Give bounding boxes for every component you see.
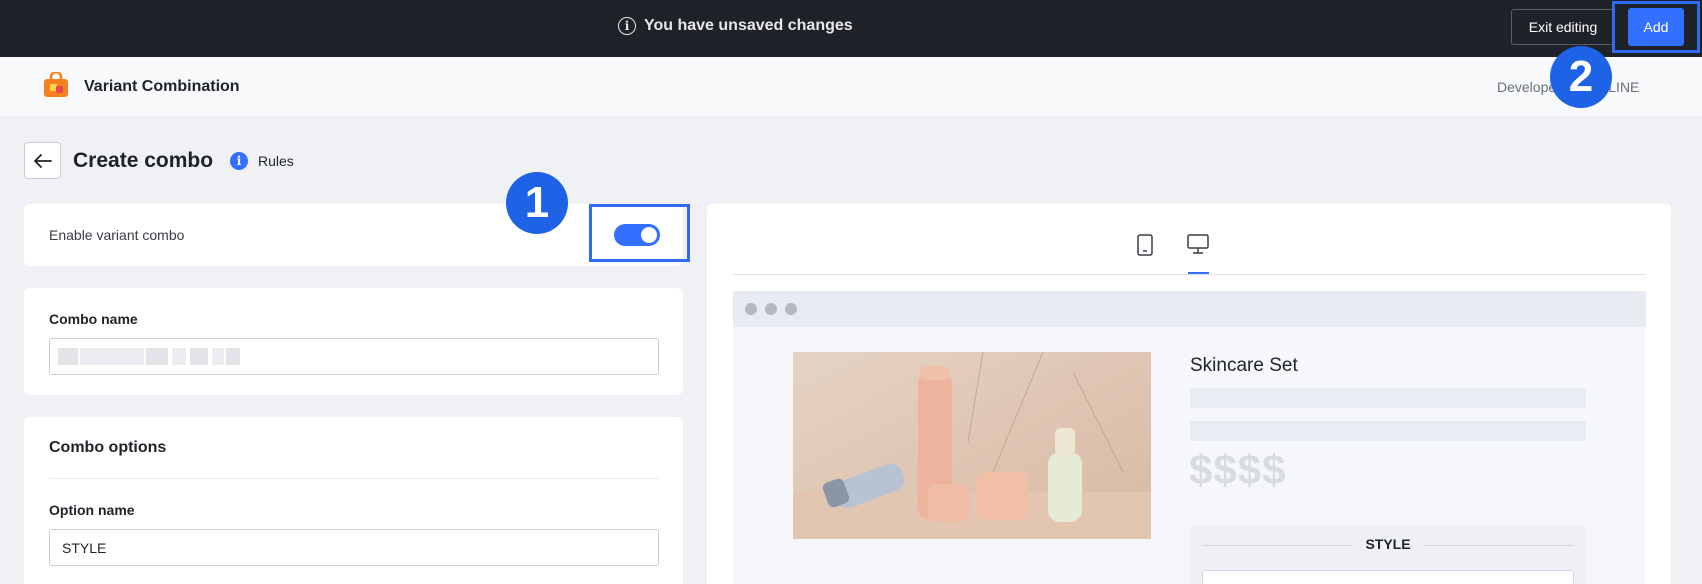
app-header: Variant Combination Developer: SHOPLINE	[0, 57, 1702, 117]
add-button[interactable]: Add	[1628, 8, 1684, 46]
toggle-knob	[641, 227, 657, 243]
redacted-text	[212, 348, 224, 365]
browser-toolbar	[733, 291, 1646, 327]
window-dot	[745, 303, 757, 315]
divider	[1424, 545, 1574, 546]
product-price: $$$$	[1189, 446, 1287, 493]
app-name: Variant Combination	[84, 78, 240, 95]
app-logo-icon	[44, 72, 68, 97]
style-option-box: STYLE	[1190, 526, 1586, 584]
combo-options-card: Combo options Option name STYLE	[24, 417, 683, 584]
unsaved-text: You have unsaved changes	[644, 17, 853, 34]
step-marker-1: 1	[506, 172, 568, 234]
arrow-left-icon	[33, 153, 52, 168]
step-marker-2: 2	[1550, 46, 1612, 108]
rules-link[interactable]: Rules	[258, 153, 294, 169]
device-tabs-divider	[733, 274, 1646, 275]
window-dot	[785, 303, 797, 315]
active-tab-indicator	[1188, 272, 1209, 274]
enable-combo-card: Enable variant combo	[24, 204, 683, 266]
mobile-device-icon[interactable]	[1136, 234, 1154, 256]
redacted-text	[146, 348, 168, 365]
combo-options-heading: Combo options	[49, 439, 167, 456]
product-name: Skincare Set	[1190, 355, 1298, 376]
desktop-device-icon[interactable]	[1186, 233, 1210, 255]
enable-combo-label: Enable variant combo	[49, 227, 185, 243]
divider	[49, 478, 659, 479]
unsaved-notice: i You have unsaved changes	[618, 17, 853, 35]
option-name-label: Option name	[49, 502, 135, 518]
style-option-title: STYLE	[1365, 536, 1411, 552]
combo-name-input[interactable]	[49, 338, 659, 375]
redacted-text	[172, 348, 186, 365]
skeleton-line	[1190, 388, 1586, 408]
combo-name-label: Combo name	[49, 311, 138, 327]
redacted-text	[190, 348, 208, 365]
exit-editing-button[interactable]: Exit editing	[1511, 9, 1615, 45]
redacted-text	[226, 348, 240, 365]
redacted-text	[58, 348, 78, 365]
skeleton-line	[1190, 421, 1586, 441]
window-dot	[765, 303, 777, 315]
redacted-text	[80, 348, 144, 365]
option-name-input[interactable]: STYLE	[49, 529, 659, 566]
info-icon: i	[618, 17, 636, 35]
page-title: Create combo	[73, 149, 214, 172]
combo-name-card: Combo name	[24, 288, 683, 395]
info-icon[interactable]: i	[230, 152, 248, 170]
style-option-value[interactable]	[1202, 570, 1574, 584]
back-button[interactable]	[24, 142, 61, 179]
enable-combo-toggle[interactable]	[614, 224, 660, 246]
product-image	[793, 352, 1151, 539]
